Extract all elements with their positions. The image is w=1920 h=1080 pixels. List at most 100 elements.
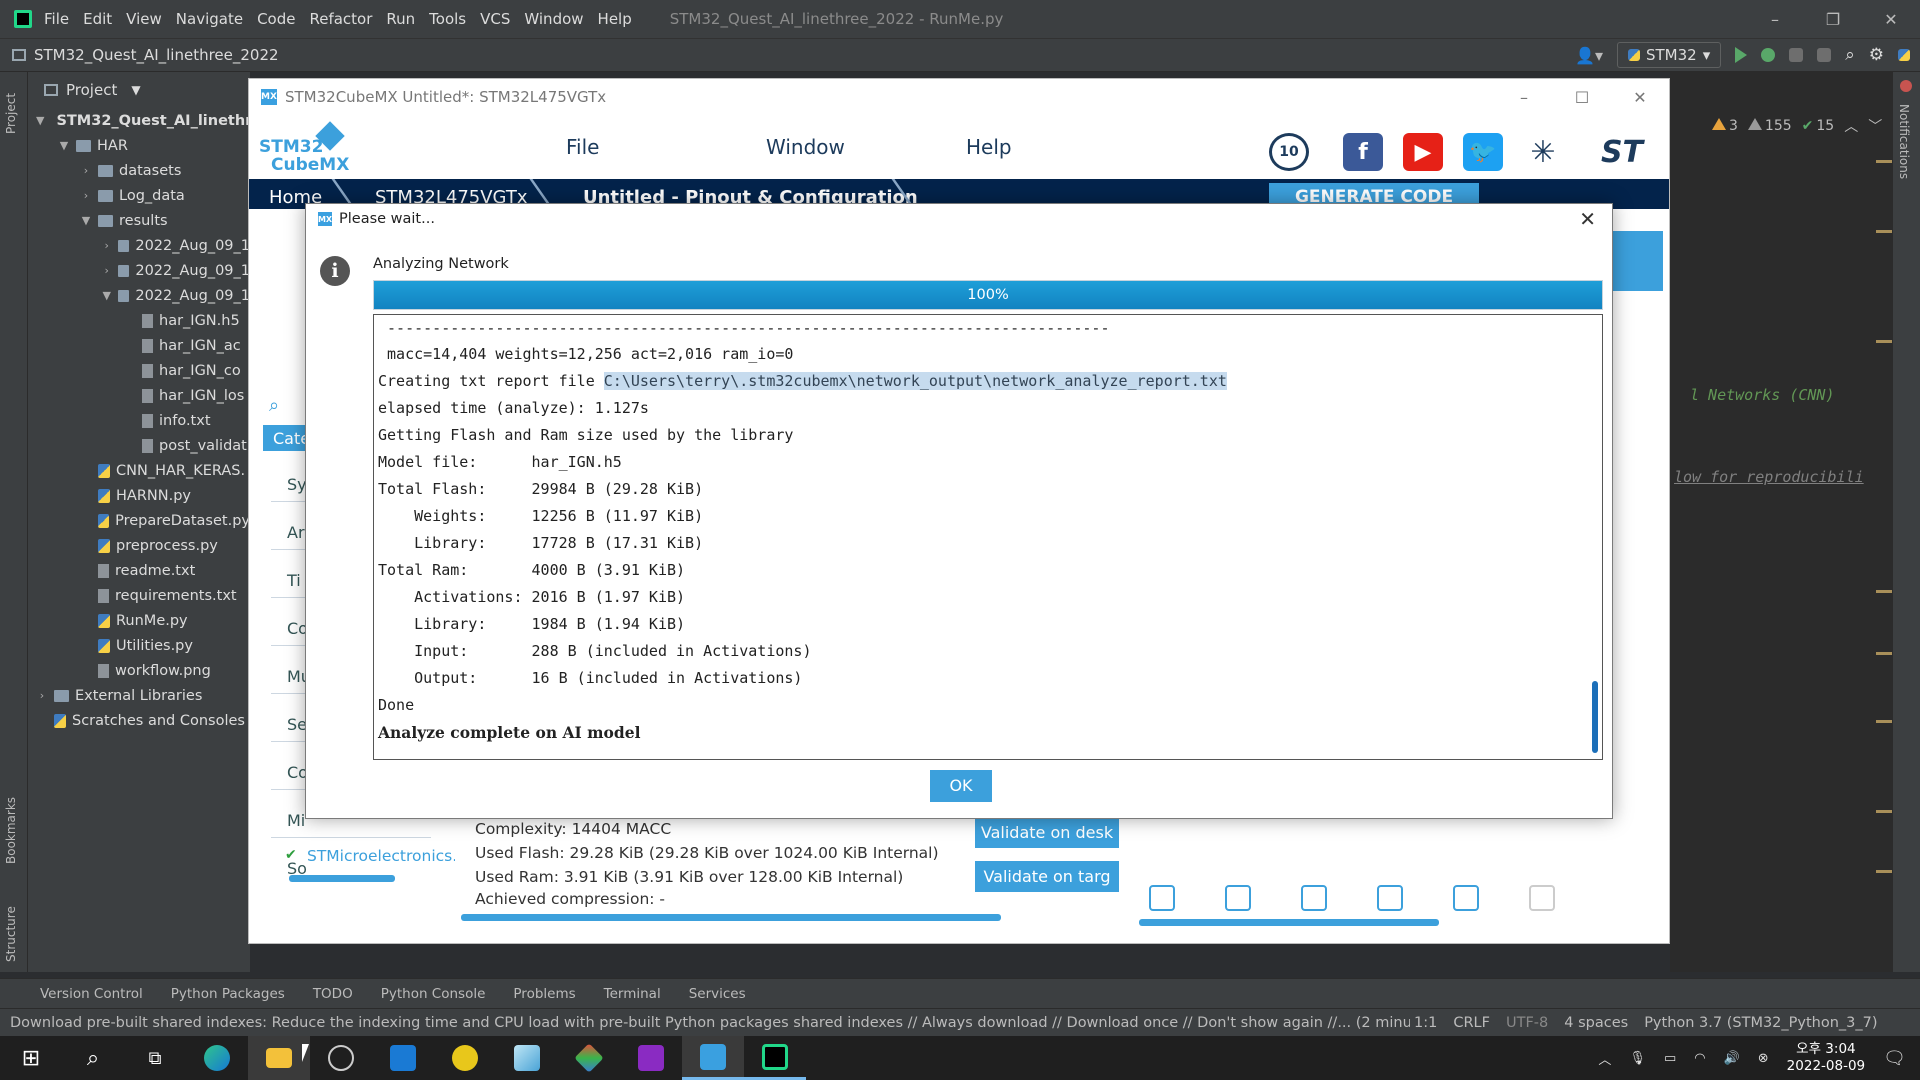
tree-item[interactable]: ▼ HAR (28, 133, 250, 158)
python-packages-tab[interactable]: Python Packages (171, 986, 285, 1002)
debug-icon[interactable] (1761, 48, 1776, 62)
tree-item[interactable]: har_IGN.h5 (28, 308, 250, 333)
tree-item[interactable]: readme.txt (28, 558, 250, 583)
menu-file[interactable]: File (44, 10, 69, 28)
line-separator[interactable]: CRLF (1453, 1015, 1490, 1031)
tree-item[interactable]: har_IGN_los (28, 383, 250, 408)
tree-expand-icon[interactable]: ▼ (80, 214, 92, 227)
validate-on-desktop-button[interactable]: Validate on desk (975, 817, 1119, 848)
python-plugin-icon[interactable] (1898, 49, 1910, 61)
version-control-tab[interactable]: Version Control (40, 986, 143, 1002)
taskbar-app-grid[interactable] (372, 1036, 434, 1080)
scroll-marker[interactable] (1876, 160, 1892, 163)
category-analog[interactable]: Ar (287, 523, 305, 542)
run-icon[interactable] (1735, 47, 1748, 63)
microphone-icon[interactable]: 🎙 (1629, 1051, 1646, 1066)
scroll-marker[interactable] (1876, 230, 1892, 233)
chevron-down-icon[interactable]: ﹀ (1868, 116, 1882, 136)
cubemx-menu-window[interactable]: Window (766, 135, 845, 159)
taskbar-pycharm[interactable] (744, 1036, 806, 1080)
chevron-up-icon[interactable]: ︿ (1844, 116, 1858, 136)
youtube-icon[interactable]: ▶ (1403, 133, 1443, 171)
scroll-marker[interactable] (1876, 870, 1892, 873)
indent-setting[interactable]: 4 spaces (1564, 1015, 1628, 1031)
restore-icon[interactable]: ❐ (1804, 10, 1862, 29)
tree-item[interactable]: › datasets (28, 158, 250, 183)
tree-expand-icon[interactable]: › (102, 264, 112, 277)
coverage-icon[interactable] (1789, 48, 1804, 62)
anniversary-badge-icon[interactable]: 10 (1269, 133, 1309, 171)
export-icon[interactable] (1377, 885, 1403, 911)
tree-expand-icon[interactable]: › (80, 189, 92, 202)
status-message[interactable]: Download pre-built shared indexes: Reduc… (10, 1015, 1410, 1031)
minimize-icon[interactable]: – (1495, 88, 1553, 107)
taskbar-app-blue[interactable] (496, 1036, 558, 1080)
python-console-tab[interactable]: Python Console (381, 986, 486, 1002)
structure-tool-tab[interactable]: Structure (4, 906, 18, 962)
tree-item[interactable]: PrepareDataset.py (28, 508, 250, 533)
project-tool-tab[interactable]: Project (4, 93, 18, 134)
category-system-core[interactable]: Sy (287, 475, 307, 494)
bookmarks-tool-tab[interactable]: Bookmarks (4, 797, 18, 864)
notification-center-icon[interactable]: 🗨 (1883, 1048, 1906, 1069)
caret-position[interactable]: 1:1 (1414, 1015, 1437, 1031)
tree-expand-icon[interactable]: › (102, 239, 112, 252)
tree-expand-icon[interactable]: ▼ (58, 139, 70, 152)
python-interpreter[interactable]: Python 3.7 (STM32_Python_3_7) (1644, 1015, 1877, 1031)
stop-icon[interactable] (1817, 48, 1832, 62)
wifi-icon[interactable]: ◠ (1694, 1051, 1705, 1066)
analysis-log[interactable]: ----------------------------------------… (373, 314, 1603, 760)
cubemx-menu-help[interactable]: Help (966, 135, 1012, 159)
horizontal-scrollbar[interactable] (289, 875, 395, 882)
tree-item[interactable]: › External Libraries (28, 683, 250, 708)
menu-tools[interactable]: Tools (429, 10, 466, 28)
menu-navigate[interactable]: Navigate (176, 10, 243, 28)
facebook-icon[interactable]: f (1343, 133, 1383, 171)
zoom-out-icon[interactable] (1301, 885, 1327, 911)
notifications-tool-tab[interactable]: Notifications (1897, 104, 1911, 179)
graph-scrollbar[interactable] (1139, 919, 1439, 926)
menu-view[interactable]: View (126, 10, 162, 28)
vendor-pack-item[interactable]: STMicroelectronics.X (307, 847, 468, 865)
file-encoding[interactable]: UTF-8 (1506, 1015, 1548, 1031)
gear-icon[interactable]: ⚙ (1869, 45, 1884, 65)
tree-item[interactable]: preprocess.py (28, 533, 250, 558)
services-tab[interactable]: Services (689, 986, 746, 1002)
taskbar-cubemx[interactable] (682, 1036, 744, 1080)
taskbar-app-diamond[interactable] (558, 1036, 620, 1080)
tree-item[interactable]: ▼ results (28, 208, 250, 233)
start-button[interactable]: ⊞ (0, 1036, 62, 1080)
tree-item[interactable]: post_validat (28, 433, 250, 458)
todo-tab[interactable]: TODO (313, 986, 353, 1002)
tree-item[interactable]: CNN_HAR_KERAS. (28, 458, 250, 483)
log-scrollbar[interactable] (1592, 681, 1598, 753)
search-icon[interactable]: ⌕ (1845, 45, 1855, 65)
info-scrollbar[interactable] (461, 914, 1001, 921)
scroll-marker[interactable] (1876, 340, 1892, 343)
tree-item[interactable]: HARNN.py (28, 483, 250, 508)
code-editor[interactable] (1670, 72, 1892, 972)
twitter-icon[interactable]: 🐦 (1463, 133, 1503, 171)
menu-help[interactable]: Help (598, 10, 632, 28)
zoom-in-icon[interactable] (1149, 885, 1175, 911)
tree-item[interactable]: ▼ STM32_Quest_AI_linethree_2022 (28, 108, 250, 133)
tree-expand-icon[interactable]: › (36, 689, 48, 702)
cubemx-menu-file[interactable]: File (566, 135, 599, 159)
close-icon[interactable]: ✕ (1579, 207, 1596, 231)
tree-expand-icon[interactable]: › (80, 164, 92, 177)
tree-item[interactable]: › 2022_Aug_09_1 (28, 233, 250, 258)
battery-icon[interactable]: ▭ (1664, 1051, 1676, 1066)
tree-expand-icon[interactable]: ▼ (102, 289, 112, 302)
taskbar-edge[interactable] (186, 1036, 248, 1080)
project-breadcrumb[interactable]: STM32_Quest_AI_linethree_2022 (12, 46, 279, 64)
taskbar-onenote[interactable] (620, 1036, 682, 1080)
minimize-icon[interactable]: – (1746, 10, 1804, 29)
search-button[interactable]: ⌕ (62, 1036, 124, 1080)
project-panel-header[interactable]: Project ▼ (28, 72, 250, 108)
tree-item[interactable]: Scratches and Consoles (28, 708, 250, 733)
taskbar-app-yellow[interactable] (434, 1036, 496, 1080)
task-view-button[interactable]: ⧉ (124, 1036, 186, 1080)
tree-item[interactable]: har_IGN_co (28, 358, 250, 383)
notification-bell-icon[interactable] (1900, 80, 1912, 92)
volume-icon[interactable]: 🔊 (1724, 1051, 1740, 1066)
